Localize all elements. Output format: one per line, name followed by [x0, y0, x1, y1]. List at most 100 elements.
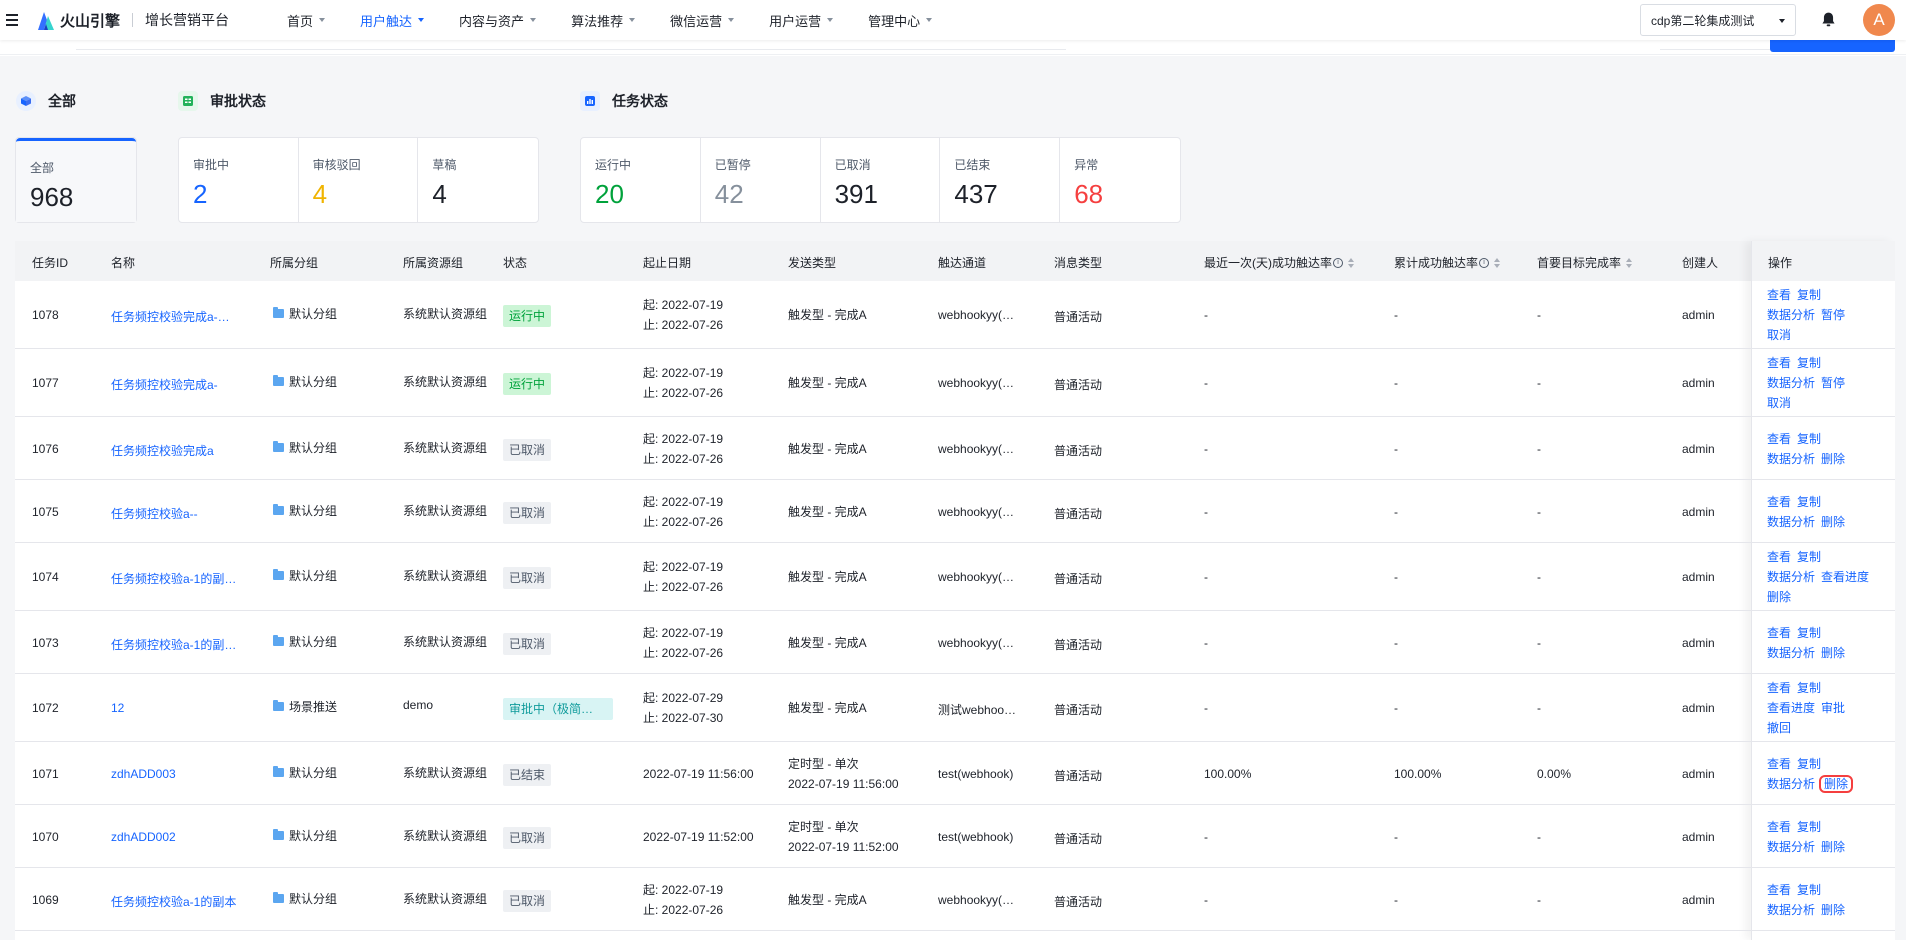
cell-group: 默认分组 — [273, 890, 337, 907]
col-header-date: 起止日期 — [643, 256, 692, 270]
cell-creator: admin — [1682, 766, 1715, 781]
op-link[interactable]: 查看 — [1767, 757, 1791, 771]
menu-icon[interactable] — [6, 14, 24, 26]
brand-logo[interactable]: 火山引擎 — [36, 8, 120, 32]
stat-card[interactable]: 运行中 20 — [581, 138, 701, 222]
task-name-link[interactable]: 12 — [111, 701, 124, 715]
task-name-link[interactable]: 任务频控校验a-1的副本 — [111, 893, 236, 910]
stat-card[interactable]: 已暂停 42 — [701, 138, 821, 222]
stat-card[interactable]: 草稿 4 — [418, 138, 538, 222]
sort-icon[interactable] — [1626, 257, 1633, 268]
task-name-link[interactable]: 任务频控校验完成a — [111, 442, 214, 459]
col-header-total-rate[interactable]: 累计成功触达率 i — [1394, 254, 1501, 271]
op-link[interactable]: 复制 — [1797, 288, 1821, 302]
nav-item[interactable]: 管理中心 — [868, 11, 933, 30]
nav-item[interactable]: 微信运营 — [670, 11, 735, 30]
op-link[interactable]: 查看 — [1767, 883, 1791, 897]
op-link[interactable]: 查看 — [1767, 681, 1791, 695]
op-link[interactable]: 查看 — [1767, 626, 1791, 640]
op-link[interactable]: 取消 — [1767, 328, 1791, 342]
bell-icon[interactable] — [1820, 11, 1837, 28]
task-name-link[interactable]: 任务频控校验a-1的副… — [111, 636, 236, 653]
op-link[interactable]: 查看 — [1767, 356, 1791, 370]
op-link[interactable]: 取消 — [1767, 396, 1791, 410]
op-link[interactable]: 数据分析 — [1767, 777, 1815, 791]
stat-card[interactable]: 审批中 2 — [179, 138, 299, 222]
cell-send-type: 触发型 - 完成A — [788, 373, 867, 393]
stat-value: 42 — [714, 179, 744, 209]
info-icon[interactable]: i — [1333, 257, 1343, 268]
task-name-link[interactable]: 任务频控校验完成a- — [111, 376, 218, 393]
op-link[interactable]: 数据分析 — [1767, 903, 1815, 917]
task-name-link[interactable]: 任务频控校验a-- — [111, 505, 198, 522]
col-header-id: 任务ID — [32, 256, 69, 270]
task-name-link[interactable]: 任务频控校验a-1的副… — [111, 570, 236, 587]
op-link[interactable]: 撤回 — [1767, 721, 1791, 735]
info-icon[interactable]: i — [1479, 257, 1490, 268]
op-link[interactable]: 复制 — [1797, 626, 1821, 640]
op-link[interactable]: 复制 — [1797, 495, 1821, 509]
cell-msg-type: 普通活动 — [1054, 572, 1103, 586]
op-link[interactable]: 数据分析 — [1767, 376, 1815, 390]
op-link[interactable]: 数据分析 — [1767, 515, 1815, 529]
op-link[interactable]: 复制 — [1797, 757, 1821, 771]
op-link[interactable]: 查看 — [1767, 432, 1791, 446]
stat-card[interactable]: 已结束 437 — [940, 138, 1061, 222]
op-link[interactable]: 删除 — [1821, 646, 1845, 660]
op-link[interactable]: 查看进度 — [1767, 701, 1815, 715]
cell-send-type: 定时型 - 单次 2022-07-19 11:52:00 — [788, 817, 899, 857]
op-link[interactable]: 暂停 — [1821, 308, 1845, 322]
stat-card[interactable]: 全部 968 — [16, 138, 136, 222]
op-link[interactable]: 复制 — [1797, 681, 1821, 695]
col-header-recent-rate[interactable]: 最近一次(天)成功触达率 i — [1204, 254, 1354, 271]
create-button-hint[interactable] — [1770, 40, 1895, 52]
op-link[interactable]: 数据分析 — [1767, 308, 1815, 322]
op-link[interactable]: 删除 — [1819, 774, 1854, 793]
nav-item[interactable]: 用户运营 — [769, 11, 834, 30]
op-link[interactable]: 删除 — [1821, 903, 1845, 917]
stat-card[interactable]: 异常 68 — [1060, 138, 1180, 222]
op-link[interactable]: 查看 — [1767, 288, 1791, 302]
stat-label: 运行中 — [595, 158, 632, 172]
op-link[interactable]: 复制 — [1797, 883, 1821, 897]
task-name-link[interactable]: zdhADD003 — [111, 767, 176, 781]
op-link[interactable]: 查看 — [1767, 820, 1791, 834]
op-link[interactable]: 复制 — [1797, 550, 1821, 564]
op-link[interactable]: 暂停 — [1821, 376, 1845, 390]
nav-item[interactable]: 用户触达 — [360, 11, 425, 30]
op-link[interactable]: 复制 — [1797, 356, 1821, 370]
col-header-goal-rate[interactable]: 首要目标完成率 — [1537, 254, 1633, 271]
op-link[interactable]: 数据分析 — [1767, 840, 1815, 854]
op-link[interactable]: 数据分析 — [1767, 452, 1815, 466]
task-name-link[interactable]: 任务频控校验完成a-… — [111, 308, 230, 325]
stat-card[interactable]: 已取消 391 — [821, 138, 941, 222]
sort-icon[interactable] — [1348, 257, 1354, 268]
nav-item[interactable]: 首页 — [287, 11, 326, 30]
avatar[interactable]: A — [1863, 4, 1895, 36]
cell-id: 1076 — [32, 441, 59, 456]
op-link[interactable]: 查看进度 — [1821, 570, 1869, 584]
nav-item[interactable]: 算法推荐 — [571, 11, 636, 30]
op-link[interactable]: 删除 — [1821, 515, 1845, 529]
cell-group: 默认分组 — [273, 633, 337, 650]
cell-group: 默认分组 — [273, 305, 337, 322]
cell-goal-rate: - — [1537, 635, 1541, 650]
cell-msg-type: 普通活动 — [1054, 637, 1103, 652]
op-link[interactable]: 审批 — [1821, 701, 1845, 715]
task-name-link[interactable]: zdhADD002 — [111, 830, 176, 844]
op-link[interactable]: 删除 — [1821, 452, 1845, 466]
sort-icon[interactable] — [1494, 257, 1501, 268]
op-link[interactable]: 查看 — [1767, 495, 1791, 509]
date-end: 止: 2022-07-26 — [643, 386, 724, 400]
op-link[interactable]: 删除 — [1821, 840, 1845, 854]
stat-card[interactable]: 审核驳回 4 — [299, 138, 419, 222]
nav-item[interactable]: 内容与资产 — [459, 11, 537, 30]
op-link[interactable]: 复制 — [1797, 820, 1821, 834]
project-selector[interactable]: cdp第二轮集成测试 — [1640, 4, 1796, 36]
op-link[interactable]: 复制 — [1797, 432, 1821, 446]
status-badge: 已取消 — [503, 438, 552, 461]
op-link[interactable]: 删除 — [1767, 590, 1791, 604]
op-link[interactable]: 查看 — [1767, 550, 1791, 564]
op-link[interactable]: 数据分析 — [1767, 646, 1815, 660]
op-link[interactable]: 数据分析 — [1767, 570, 1815, 584]
